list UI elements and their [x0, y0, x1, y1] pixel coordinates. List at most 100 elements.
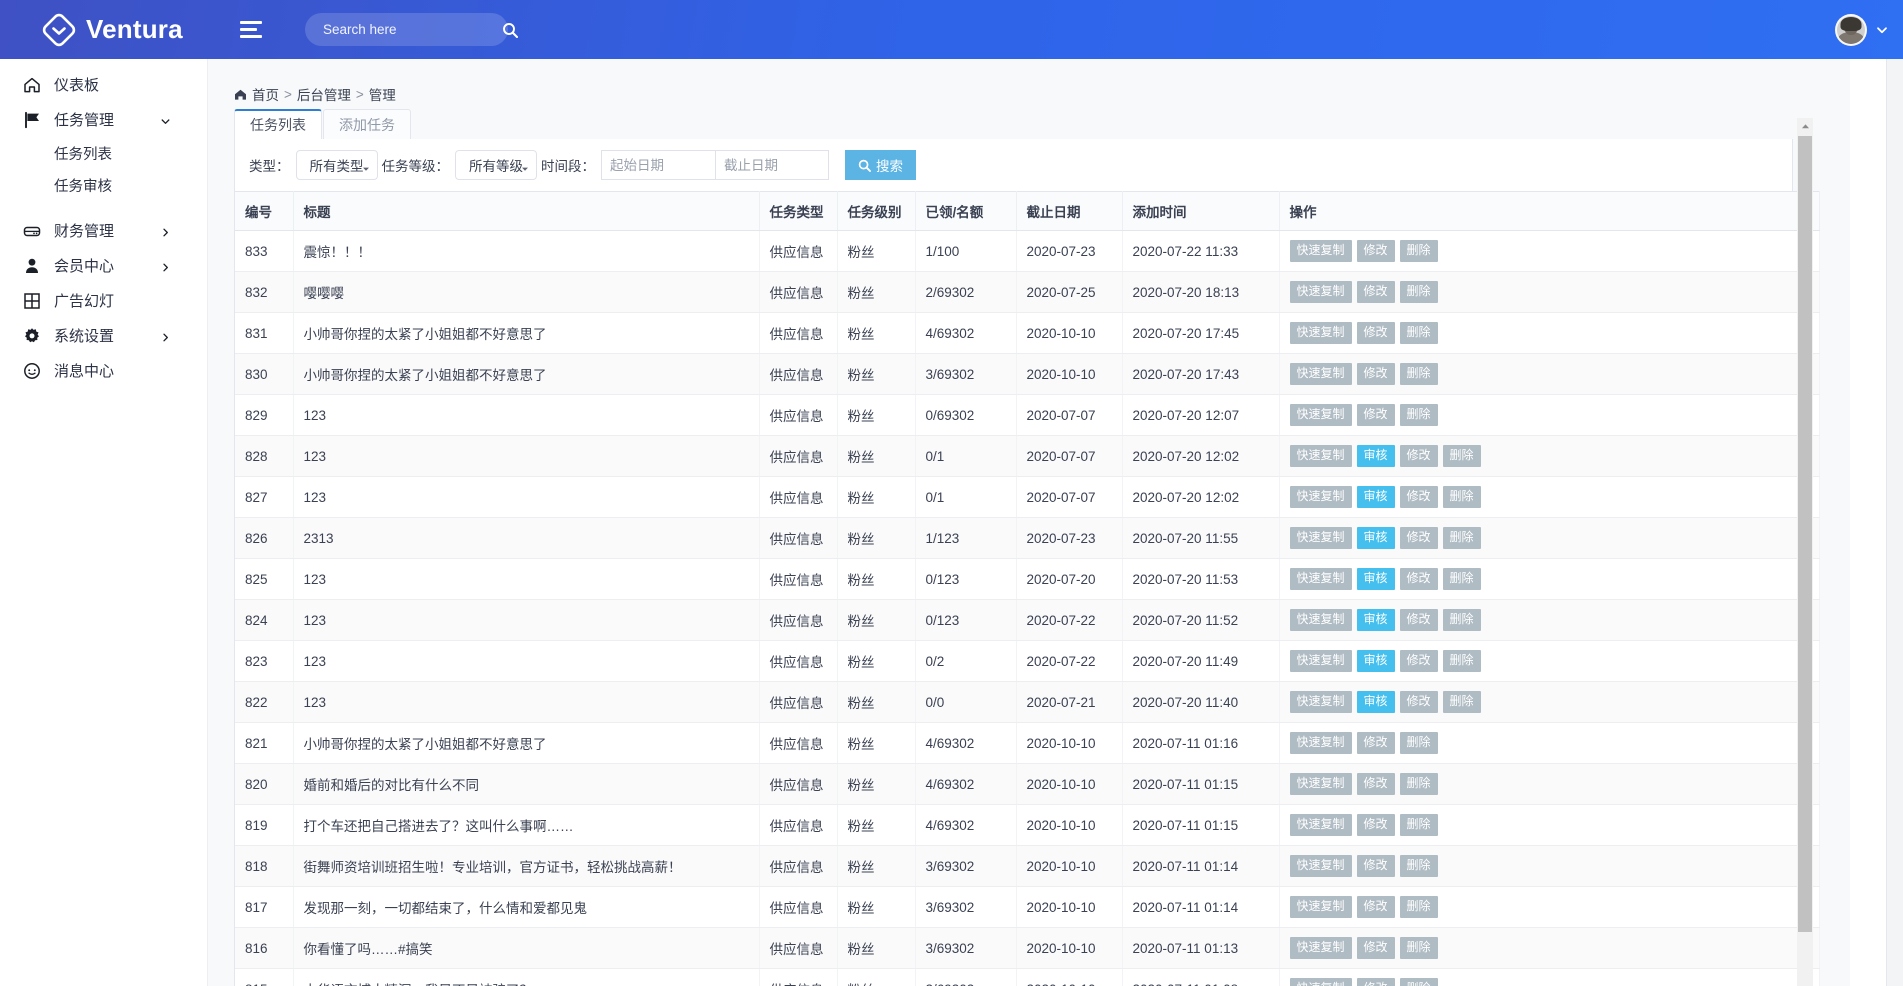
delete-button[interactable]: 删除 — [1400, 732, 1438, 754]
quick-copy-button[interactable]: 快速复制 — [1290, 568, 1352, 590]
edit-button[interactable]: 修改 — [1400, 609, 1438, 631]
chevron-down-icon[interactable] — [1875, 23, 1889, 37]
review-button[interactable]: 审核 — [1357, 445, 1395, 467]
review-button[interactable]: 审核 — [1357, 691, 1395, 713]
quick-copy-button[interactable]: 快速复制 — [1290, 937, 1352, 959]
quick-copy-button[interactable]: 快速复制 — [1290, 650, 1352, 672]
quick-copy-button[interactable]: 快速复制 — [1290, 240, 1352, 262]
delete-button[interactable]: 删除 — [1400, 896, 1438, 918]
delete-button[interactable]: 删除 — [1443, 445, 1481, 467]
delete-button[interactable]: 删除 — [1400, 978, 1438, 986]
panel-vertical-scrollbar[interactable] — [1797, 118, 1813, 986]
breadcrumb-item-home[interactable]: 首页 — [252, 84, 279, 104]
delete-button[interactable]: 删除 — [1443, 568, 1481, 590]
edit-button[interactable]: 修改 — [1357, 732, 1395, 754]
delete-button[interactable]: 删除 — [1400, 322, 1438, 344]
edit-button[interactable]: 修改 — [1400, 527, 1438, 549]
edit-button[interactable]: 修改 — [1357, 978, 1395, 986]
cell-title: 你看懂了吗……#搞笑 — [293, 928, 759, 969]
sidebar-item-dashboard[interactable]: 仪表板 — [0, 67, 207, 102]
quick-copy-button[interactable]: 快速复制 — [1290, 855, 1352, 877]
sidebar-subitem-task-list[interactable]: 任务列表 — [0, 137, 207, 169]
delete-button[interactable]: 删除 — [1400, 814, 1438, 836]
avatar[interactable] — [1835, 14, 1867, 46]
edit-button[interactable]: 修改 — [1357, 773, 1395, 795]
page-vertical-scrollbar[interactable] — [1886, 59, 1903, 986]
sidebar-item-task-management[interactable]: 任务管理 — [0, 102, 207, 137]
quick-copy-button[interactable]: 快速复制 — [1290, 814, 1352, 836]
brand-logo[interactable]: Ventura — [0, 0, 232, 59]
sidebar-item-message-center[interactable]: 消息中心 — [0, 353, 207, 388]
quick-copy-button[interactable]: 快速复制 — [1290, 322, 1352, 344]
delete-button[interactable]: 删除 — [1400, 404, 1438, 426]
edit-button[interactable]: 修改 — [1357, 240, 1395, 262]
edit-button[interactable]: 修改 — [1357, 404, 1395, 426]
tab-add-task[interactable]: 添加任务 — [323, 109, 411, 139]
review-button[interactable]: 审核 — [1357, 568, 1395, 590]
edit-button[interactable]: 修改 — [1357, 363, 1395, 385]
edit-button[interactable]: 修改 — [1357, 322, 1395, 344]
quick-copy-button[interactable]: 快速复制 — [1290, 281, 1352, 303]
cell-title: 123 — [293, 641, 759, 682]
tab-task-list[interactable]: 任务列表 — [234, 109, 322, 139]
sidebar-item-system-settings[interactable]: 系统设置 — [0, 318, 207, 353]
edit-button[interactable]: 修改 — [1357, 814, 1395, 836]
edit-button[interactable]: 修改 — [1400, 691, 1438, 713]
type-filter-select[interactable]: 所有类型 — [296, 150, 378, 180]
quick-copy-button[interactable]: 快速复制 — [1290, 404, 1352, 426]
scroll-up-arrow-icon[interactable] — [1797, 118, 1813, 135]
review-button[interactable]: 审核 — [1357, 527, 1395, 549]
quick-copy-button[interactable]: 快速复制 — [1290, 773, 1352, 795]
search-input[interactable] — [321, 21, 502, 38]
delete-button[interactable]: 删除 — [1400, 855, 1438, 877]
delete-button[interactable]: 删除 — [1400, 773, 1438, 795]
quick-copy-button[interactable]: 快速复制 — [1290, 445, 1352, 467]
edit-button[interactable]: 修改 — [1400, 650, 1438, 672]
quick-copy-button[interactable]: 快速复制 — [1290, 527, 1352, 549]
delete-button[interactable]: 删除 — [1400, 363, 1438, 385]
review-button[interactable]: 审核 — [1357, 650, 1395, 672]
review-button[interactable]: 审核 — [1357, 486, 1395, 508]
end-date-input[interactable] — [715, 150, 829, 180]
quick-copy-button[interactable]: 快速复制 — [1290, 896, 1352, 918]
breadcrumb-item-admin[interactable]: 后台管理 — [297, 84, 351, 104]
cell-operations: 快速复制修改删除 — [1279, 969, 1819, 986]
start-date-input[interactable] — [601, 150, 715, 180]
edit-button[interactable]: 修改 — [1400, 568, 1438, 590]
quick-copy-button[interactable]: 快速复制 — [1290, 691, 1352, 713]
sidebar-item-ad-slides[interactable]: 广告幻灯 — [0, 283, 207, 318]
quick-copy-button[interactable]: 快速复制 — [1290, 978, 1352, 986]
edit-button[interactable]: 修改 — [1357, 896, 1395, 918]
cell-id: 832 — [235, 272, 293, 313]
edit-button[interactable]: 修改 — [1400, 486, 1438, 508]
cell-operations: 快速复制修改删除 — [1279, 805, 1819, 846]
search-icon[interactable] — [502, 22, 518, 38]
sidebar-item-member-center[interactable]: 会员中心 — [0, 248, 207, 283]
global-search[interactable] — [305, 13, 508, 46]
sidebar-item-finance[interactable]: 财务管理 — [0, 213, 207, 248]
level-filter-select[interactable]: 所有等级 — [455, 150, 537, 180]
delete-button[interactable]: 删除 — [1443, 650, 1481, 672]
user-menu[interactable] — [1835, 0, 1889, 59]
delete-button[interactable]: 删除 — [1443, 486, 1481, 508]
hamburger-icon[interactable] — [240, 16, 268, 44]
edit-button[interactable]: 修改 — [1357, 937, 1395, 959]
review-button[interactable]: 审核 — [1357, 609, 1395, 631]
sidebar-subitem-task-review[interactable]: 任务审核 — [0, 169, 207, 201]
cell-due: 2020-07-07 — [1016, 477, 1122, 518]
delete-button[interactable]: 删除 — [1443, 527, 1481, 549]
quick-copy-button[interactable]: 快速复制 — [1290, 609, 1352, 631]
edit-button[interactable]: 修改 — [1357, 281, 1395, 303]
delete-button[interactable]: 删除 — [1443, 609, 1481, 631]
delete-button[interactable]: 删除 — [1400, 937, 1438, 959]
delete-button[interactable]: 删除 — [1400, 240, 1438, 262]
edit-button[interactable]: 修改 — [1357, 855, 1395, 877]
search-button[interactable]: 搜索 — [845, 150, 916, 180]
edit-button[interactable]: 修改 — [1400, 445, 1438, 467]
quick-copy-button[interactable]: 快速复制 — [1290, 363, 1352, 385]
quick-copy-button[interactable]: 快速复制 — [1290, 732, 1352, 754]
scrollbar-thumb[interactable] — [1798, 136, 1812, 932]
quick-copy-button[interactable]: 快速复制 — [1290, 486, 1352, 508]
delete-button[interactable]: 删除 — [1443, 691, 1481, 713]
delete-button[interactable]: 删除 — [1400, 281, 1438, 303]
